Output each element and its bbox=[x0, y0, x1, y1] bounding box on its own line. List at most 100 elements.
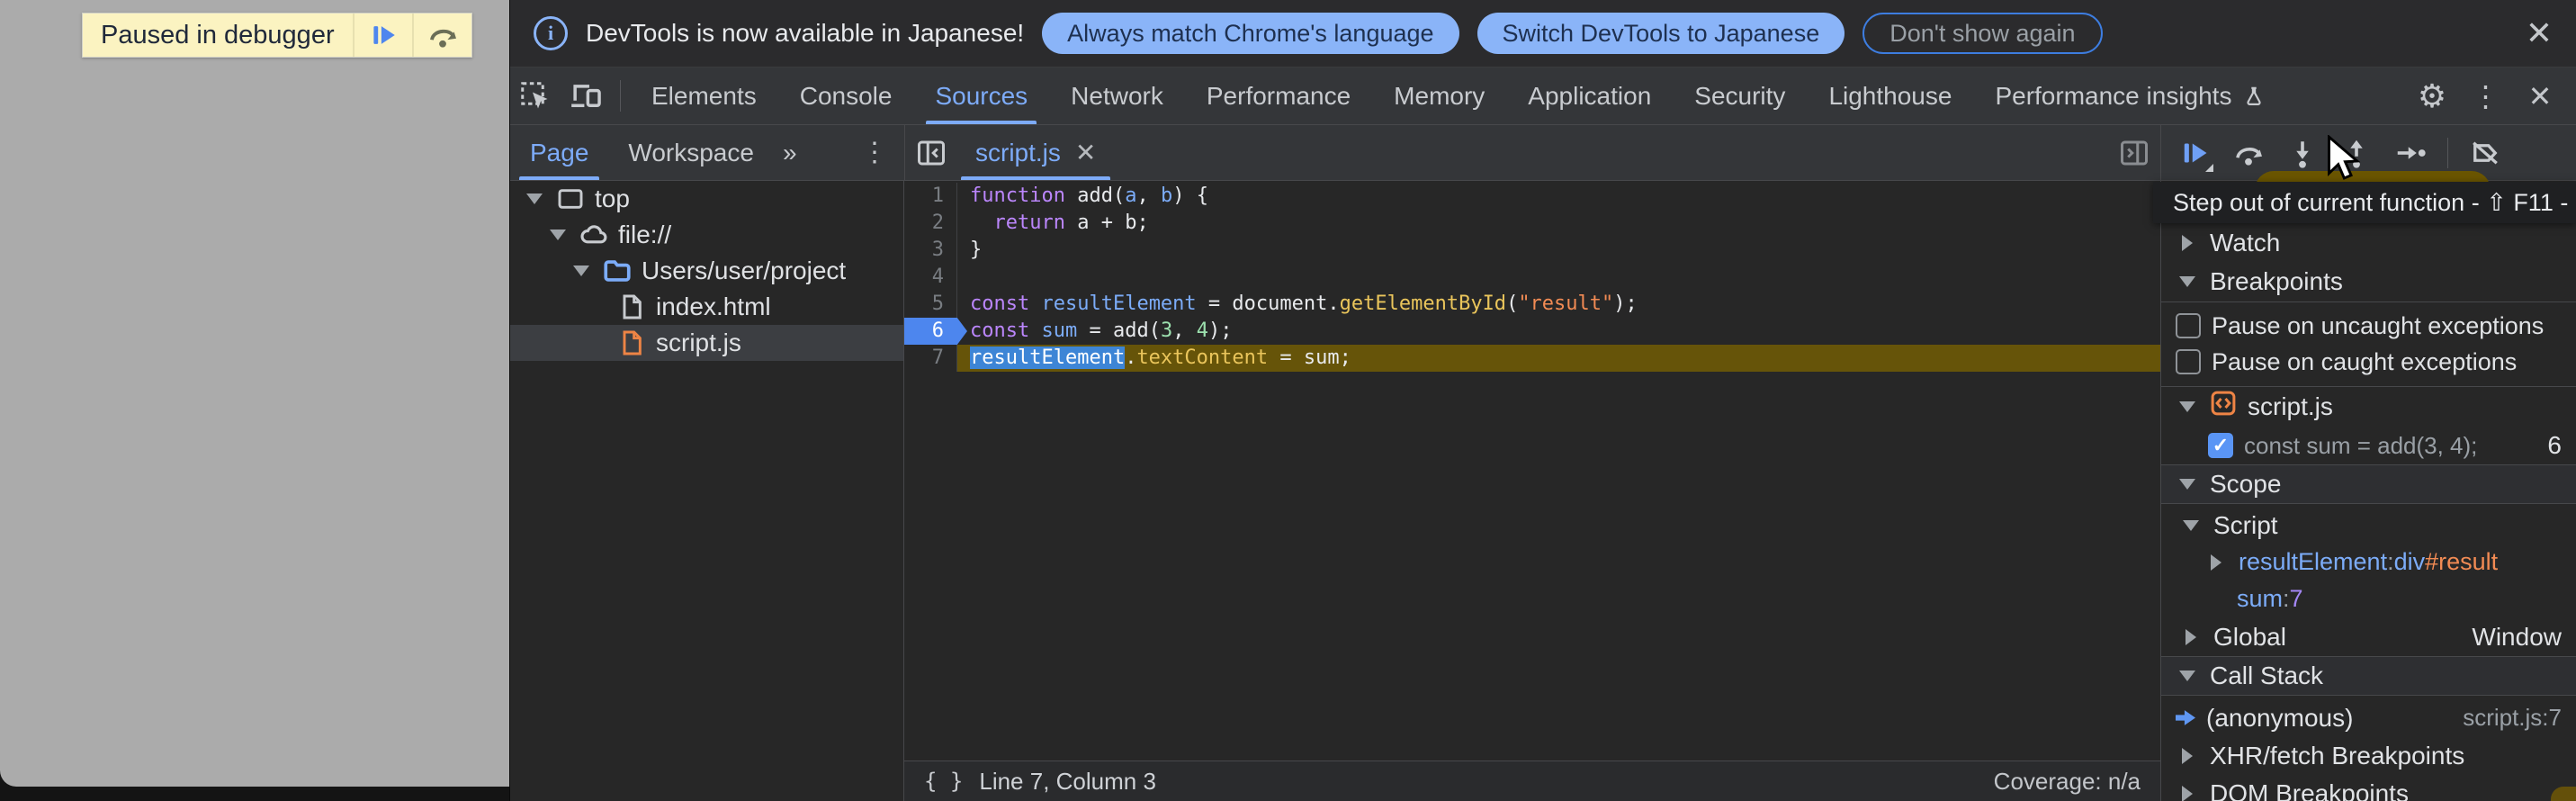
scope-global-group[interactable]: Global Window bbox=[2161, 618, 2576, 656]
deactivate-breakpoints-button[interactable] bbox=[2461, 129, 2509, 177]
infobar-message: DevTools is now available in Japanese! bbox=[586, 19, 1024, 48]
tab-performance[interactable]: Performance bbox=[1185, 68, 1372, 124]
xhr-breakpoints-section-header[interactable]: XHR/fetch Breakpoints bbox=[2161, 737, 2576, 775]
navigator-overflow-chevrons[interactable]: » bbox=[774, 125, 806, 180]
mouse-cursor bbox=[2324, 135, 2364, 186]
expand-caret-icon[interactable] bbox=[546, 230, 570, 240]
tab-close-icon[interactable]: ✕ bbox=[1075, 138, 1096, 167]
line-number[interactable]: 3 bbox=[904, 237, 956, 264]
checkbox-unchecked[interactable] bbox=[2176, 349, 2201, 374]
devtools-main-toolbar: Elements Console Sources Network Perform… bbox=[510, 68, 2576, 125]
resume-icon bbox=[368, 20, 399, 50]
paused-in-debugger-banner: Paused in debugger bbox=[82, 13, 472, 58]
line-number[interactable]: 1 bbox=[904, 183, 956, 210]
collapse-left-icon bbox=[915, 137, 947, 169]
info-icon: i bbox=[534, 16, 568, 50]
breakpoint-line-number: 6 bbox=[2547, 431, 2562, 460]
expanded-caret-icon bbox=[2179, 520, 2203, 531]
pause-caught-exceptions-row[interactable]: Pause on caught exceptions bbox=[2161, 344, 2576, 380]
paused-execution-line: 7resultElement.textContent = sum; bbox=[904, 345, 2160, 372]
tab-sources[interactable]: Sources bbox=[913, 68, 1049, 124]
editor-tab-scriptjs[interactable]: script.js ✕ bbox=[957, 125, 1114, 180]
hide-debugger-sidebar-button[interactable] bbox=[2108, 125, 2160, 180]
line-number[interactable]: 7 bbox=[904, 345, 956, 372]
scope-section-header[interactable]: Scope bbox=[2161, 464, 2576, 504]
breakpoint-marker[interactable]: 6 bbox=[904, 318, 956, 345]
expanded-caret-icon bbox=[2176, 670, 2199, 681]
tree-item-indexhtml[interactable]: index.html bbox=[510, 289, 903, 325]
step-over-button[interactable] bbox=[2224, 129, 2273, 177]
screen: Paused in debugger i DevTools is now ava… bbox=[0, 0, 2576, 801]
device-toolbar-icon bbox=[569, 79, 603, 113]
code-line: 4 bbox=[904, 264, 2160, 291]
banner-step-over-button[interactable] bbox=[412, 14, 471, 57]
dom-breakpoints-section-header[interactable]: DOM Breakpoints bbox=[2161, 775, 2576, 801]
pause-uncaught-exceptions-row[interactable]: Pause on uncaught exceptions bbox=[2161, 308, 2576, 344]
line-number[interactable]: 5 bbox=[904, 291, 956, 318]
code-text: function add(a, b) { bbox=[956, 183, 2160, 210]
navigator-kebab-icon[interactable]: ⋮ bbox=[861, 125, 904, 180]
more-options-kebab-icon[interactable]: ⋮ bbox=[2461, 79, 2511, 113]
tab-performance-insights[interactable]: Performance insights bbox=[1973, 68, 2287, 124]
language-infobar: i DevTools is now available in Japanese!… bbox=[510, 0, 2576, 68]
navigator-file-tree: top file:// Users/user/project bbox=[510, 181, 904, 801]
tree-item-file-protocol[interactable]: file:// bbox=[510, 217, 903, 253]
line-number[interactable]: 2 bbox=[904, 210, 956, 237]
watch-section-header[interactable]: Watch bbox=[2161, 224, 2576, 262]
step-into-button[interactable] bbox=[2278, 129, 2327, 177]
code-line: 5const resultElement = document.getEleme… bbox=[904, 291, 2160, 318]
tree-item-project-folder[interactable]: Users/user/project bbox=[510, 253, 903, 289]
breakpoint-file-group[interactable]: script.js bbox=[2161, 386, 2576, 426]
pretty-print-icon[interactable]: { } bbox=[924, 769, 963, 794]
step-over-icon bbox=[2232, 137, 2265, 169]
checkbox-checked[interactable]: ✓ bbox=[2208, 433, 2233, 458]
tab-network[interactable]: Network bbox=[1049, 68, 1185, 124]
checkbox-unchecked[interactable] bbox=[2176, 313, 2201, 338]
hide-navigator-button[interactable] bbox=[905, 125, 957, 180]
banner-resume-button[interactable] bbox=[353, 14, 412, 57]
code-text: resultElement.textContent = sum; bbox=[956, 345, 2160, 372]
expand-caret-icon[interactable] bbox=[523, 194, 546, 204]
code-text: return a + b; bbox=[956, 210, 2160, 237]
navigator-header: Page Workspace » ⋮ bbox=[510, 125, 904, 181]
tab-memory[interactable]: Memory bbox=[1372, 68, 1506, 124]
tree-item-top[interactable]: top bbox=[510, 181, 903, 217]
navigator-tab-workspace[interactable]: Workspace bbox=[608, 125, 774, 180]
devtools-close-icon[interactable]: ✕ bbox=[2515, 79, 2565, 113]
tab-lighthouse[interactable]: Lighthouse bbox=[1807, 68, 1973, 124]
scope-var-resultelement[interactable]: resultElement: div#result bbox=[2161, 544, 2576, 580]
scope-script-group[interactable]: Script bbox=[2161, 507, 2576, 544]
code-lines: 1function add(a, b) {2 return a + b;3}45… bbox=[904, 181, 2160, 372]
breakpoints-section-header[interactable]: Breakpoints bbox=[2161, 262, 2576, 302]
step-over-icon bbox=[426, 19, 459, 51]
line-number[interactable]: 4 bbox=[904, 264, 956, 291]
dont-show-again-button[interactable]: Don't show again bbox=[1862, 13, 2102, 54]
breakpoint-code: const sum = add(3, 4); bbox=[2244, 432, 2477, 460]
code-line: 6const sum = add(3, 4); bbox=[904, 318, 2160, 345]
breakpoint-entry[interactable]: ✓ const sum = add(3, 4); 6 bbox=[2161, 427, 2576, 464]
scope-var-sum[interactable]: sum: 7 bbox=[2161, 580, 2576, 617]
tab-security[interactable]: Security bbox=[1673, 68, 1807, 124]
expand-caret-icon[interactable] bbox=[570, 266, 593, 276]
match-chrome-language-button[interactable]: Always match Chrome's language bbox=[1042, 13, 1459, 54]
call-stack-frame[interactable]: (anonymous) script.js:7 bbox=[2161, 698, 2576, 737]
paused-overlay-corner bbox=[2551, 787, 2576, 801]
navigator-tab-page[interactable]: Page bbox=[510, 125, 608, 180]
tree-item-scriptjs[interactable]: script.js bbox=[510, 325, 903, 361]
switch-devtools-japanese-button[interactable]: Switch DevTools to Japanese bbox=[1477, 13, 1845, 54]
step-button[interactable] bbox=[2386, 129, 2435, 177]
folder-icon bbox=[602, 256, 633, 286]
tab-application[interactable]: Application bbox=[1506, 68, 1673, 124]
tab-console[interactable]: Console bbox=[778, 68, 914, 124]
resume-script-button[interactable] bbox=[2170, 129, 2219, 177]
call-stack-section-header[interactable]: Call Stack bbox=[2161, 656, 2576, 696]
infobar-close-icon[interactable]: ✕ bbox=[2526, 14, 2553, 52]
code-line: 3} bbox=[904, 237, 2160, 264]
source-editor[interactable]: 1function add(a, b) {2 return a + b;3}45… bbox=[904, 181, 2160, 801]
tab-elements[interactable]: Elements bbox=[630, 68, 778, 124]
device-toolbar-button[interactable] bbox=[561, 68, 611, 124]
settings-gear-icon[interactable]: ⚙ bbox=[2407, 77, 2457, 115]
toolbar-separator bbox=[620, 80, 621, 112]
debugger-sidebar: Watch Breakpoints Pause on uncaught exce… bbox=[2160, 181, 2576, 801]
inspect-element-button[interactable] bbox=[510, 68, 561, 124]
